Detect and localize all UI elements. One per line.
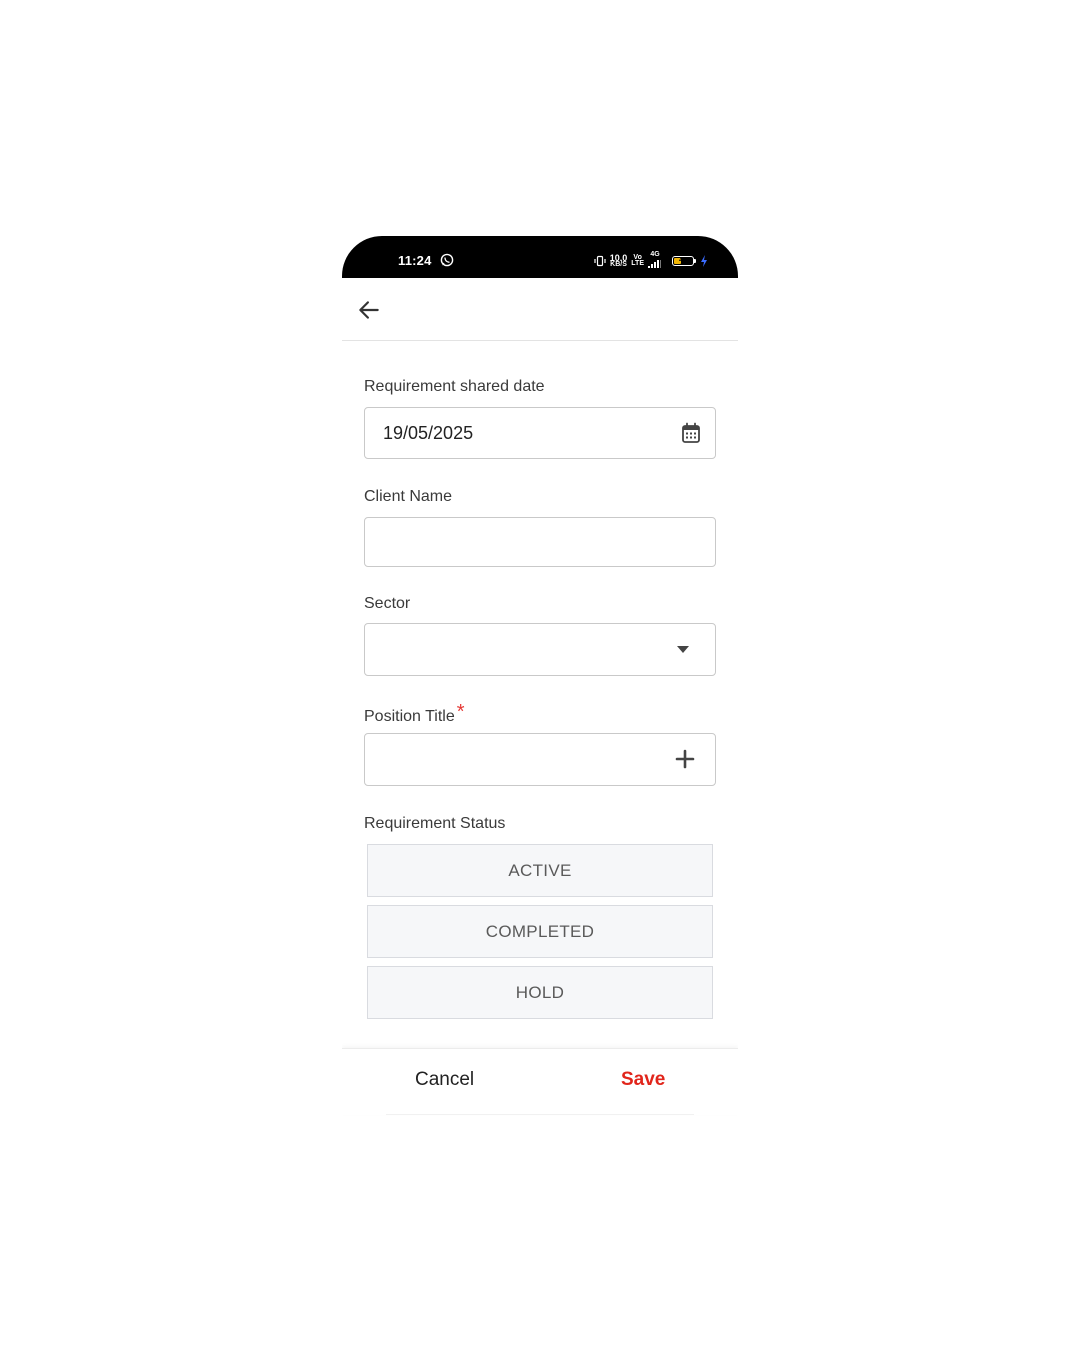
position-title-label-text: Position Title	[364, 708, 455, 725]
status-option-hold[interactable]: HOLD	[367, 966, 713, 1019]
save-button[interactable]: Save	[621, 1069, 665, 1091]
requirement-date-label: Requirement shared date	[364, 378, 545, 395]
cancel-button[interactable]: Cancel	[415, 1069, 474, 1091]
signal-icon	[648, 260, 661, 268]
position-title-field[interactable]	[364, 733, 716, 786]
required-marker: *	[456, 701, 465, 723]
arrow-left-icon[interactable]	[356, 297, 382, 323]
network-indicator: 4G	[648, 251, 662, 270]
whatsapp-icon	[440, 253, 454, 267]
charging-bolt-icon	[701, 255, 707, 267]
position-title-label: Position Title *	[364, 701, 465, 727]
status-bar: 11:24 10.0 KB/S Vo LTE 4G 40	[342, 236, 738, 278]
battery-icon: 40	[672, 256, 694, 266]
requirement-date-field[interactable]: 19/05/2025	[364, 407, 716, 459]
net-speed-unit: KB/S	[610, 261, 627, 268]
bottom-divider	[386, 1114, 694, 1115]
volte-bottom: LTE	[631, 260, 644, 267]
client-name-field[interactable]	[364, 517, 716, 567]
requirement-date-value: 19/05/2025	[383, 423, 474, 443]
app-bar	[342, 278, 738, 341]
plus-icon[interactable]	[675, 749, 695, 769]
sector-label: Sector	[364, 595, 411, 612]
status-option-active[interactable]: ACTIVE	[367, 844, 713, 897]
phone-screen: 11:24 10.0 KB/S Vo LTE 4G 40 Requirement…	[342, 236, 738, 1116]
client-name-label: Client Name	[364, 488, 453, 505]
status-option-completed[interactable]: COMPLETED	[367, 905, 713, 958]
bottom-action-bar: Cancel Save	[342, 1048, 738, 1115]
status-time: 11:24	[398, 253, 432, 268]
sector-dropdown[interactable]	[364, 623, 716, 676]
calendar-icon[interactable]	[681, 422, 701, 444]
battery-cap	[694, 259, 696, 263]
net-speed: 10.0 KB/S	[610, 254, 628, 269]
battery-level: 40	[679, 257, 687, 264]
status-icons: 10.0 KB/S Vo LTE 4G 40	[594, 251, 708, 270]
dropdown-arrow-icon[interactable]	[677, 646, 689, 654]
requirement-status-label: Requirement Status	[364, 815, 506, 832]
vibrate-icon	[594, 255, 606, 267]
volte-indicator: Vo LTE	[631, 254, 644, 267]
